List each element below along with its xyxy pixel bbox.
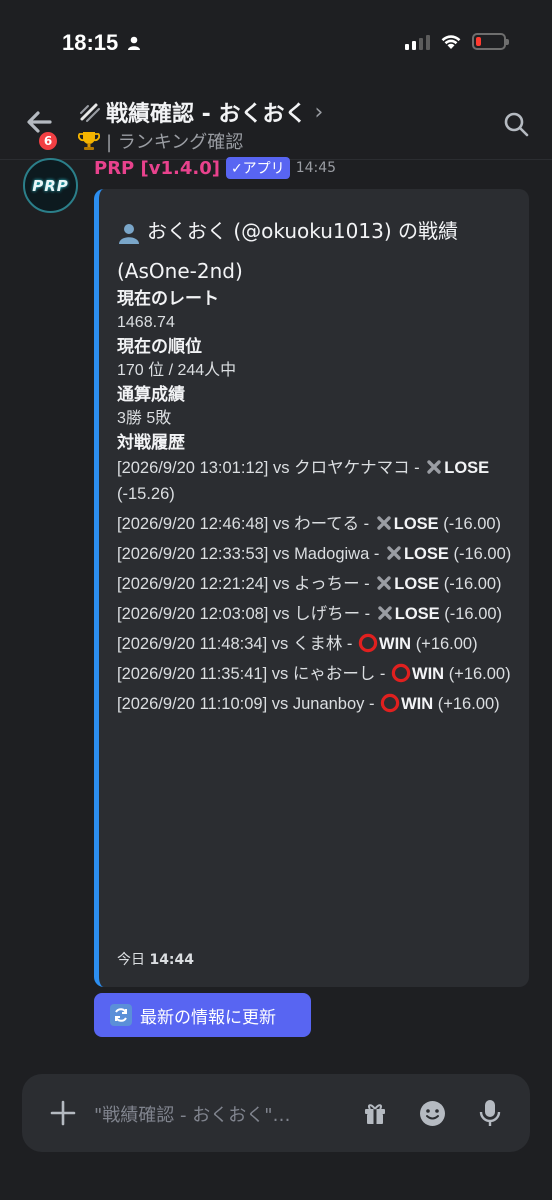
embed-title: おくおく (@okuoku1013) の戦績 (AsOne-2nd) — [117, 211, 517, 291]
match-delta: (+16.00) — [448, 665, 511, 683]
plus-icon[interactable] — [50, 1100, 76, 1126]
stats-embed: おくおく (@okuoku1013) の戦績 (AsOne-2nd) 現在のレー… — [94, 189, 529, 987]
rate-value: 1468.74 — [117, 314, 175, 331]
match-result: LOSE — [444, 459, 490, 477]
message-input[interactable]: "戦績確認 - おくおく"… — [94, 1101, 344, 1127]
match-time: [2026/9/20 12:21:24] — [117, 575, 269, 593]
channel-subtitle-text: | ランキング確認 — [106, 132, 244, 153]
author-name[interactable]: PRP [v1.4.0] — [94, 158, 220, 179]
search-icon[interactable] — [502, 110, 530, 138]
red-circle-icon — [391, 663, 411, 683]
person-icon — [128, 36, 140, 50]
match-history-item: [2026/9/20 12:46:48] vs わーてる - LOSE (-16… — [117, 515, 502, 533]
status-time: 18:15 — [62, 30, 119, 55]
rate-label: 現在のレート — [117, 289, 219, 309]
cellular-signal-icon — [405, 34, 430, 50]
refresh-button[interactable]: 最新の情報に更新 — [94, 993, 311, 1037]
match-time: [2026/9/20 12:46:48] — [117, 515, 269, 533]
match-opponent: わーてる — [294, 515, 360, 533]
match-delta: (-16.00) — [443, 575, 502, 593]
match-delta: (+16.00) — [437, 695, 500, 713]
match-opponent: クロヤケナマコ — [294, 459, 410, 477]
status-bar: 18:15 — [0, 0, 552, 90]
avatar[interactable]: PRP — [23, 158, 78, 213]
person-silhouette-icon — [119, 223, 139, 244]
refresh-icon — [110, 1004, 132, 1026]
match-time: [2026/9/20 13:01:12] — [117, 459, 269, 477]
match-history-item: [2026/9/20 12:03:08] vs しげちー - LOSE (-16… — [117, 605, 503, 623]
match-opponent: Junanboy — [292, 695, 365, 713]
slash-command-icon — [80, 103, 100, 122]
match-time: [2026/9/20 12:03:08] — [117, 605, 269, 623]
match-result: LOSE — [394, 575, 440, 593]
match-history-item: [2026/9/20 11:10:09] vs Junanboy - WIN (… — [117, 693, 500, 713]
match-result: WIN — [379, 635, 412, 653]
match-delta: (-15.26) — [117, 485, 175, 503]
rank-label: 現在の順位 — [117, 337, 202, 357]
match-delta: (-16.00) — [453, 545, 512, 563]
red-circle-icon — [380, 693, 400, 713]
refresh-button-label: 最新の情報に更新 — [140, 1007, 276, 1028]
x-mark-icon — [387, 546, 401, 560]
chevron-right-icon: › — [314, 99, 324, 125]
history-label: 対戦履歴 — [117, 433, 185, 453]
match-opponent: Madogiwa — [294, 545, 370, 563]
channel-header: 6 戦績確認 - おくおく › | ランキング確認 — [0, 90, 552, 160]
channel-subtitle[interactable]: | ランキング確認 — [78, 128, 243, 154]
channel-title[interactable]: 戦績確認 - おくおく › — [78, 96, 323, 128]
rank-value: 170 位 / 244人中 — [117, 362, 237, 379]
wifi-icon — [441, 34, 461, 49]
record-label: 通算成績 — [117, 385, 185, 405]
x-mark-icon — [377, 516, 391, 530]
match-time: [2026/9/20 11:35:41] — [117, 665, 268, 683]
emoji-icon[interactable] — [419, 1100, 446, 1127]
record-value: 3勝 5敗 — [117, 410, 172, 427]
message-timestamp: 14:45 — [295, 160, 337, 176]
microphone-icon[interactable] — [478, 1099, 502, 1127]
match-delta: (-16.00) — [443, 515, 502, 533]
match-history-item: [2026/9/20 13:01:12] vs クロヤケナマコ - LOSE (… — [117, 459, 490, 503]
channel-title-text: 戦績確認 - おくおく — [106, 102, 307, 127]
match-time: [2026/9/20 11:10:09] — [117, 695, 268, 713]
match-result: LOSE — [393, 515, 439, 533]
trophy-icon — [78, 132, 100, 150]
gift-icon[interactable] — [362, 1100, 388, 1126]
match-time: [2026/9/20 11:48:34] — [117, 635, 268, 653]
match-opponent: くま林 — [292, 635, 343, 653]
match-history: [2026/9/20 13:01:12] vs クロヤケナマコ - LOSE (… — [117, 455, 522, 717]
message-composer: "戦績確認 - おくおく"… — [22, 1074, 530, 1152]
match-delta: (-16.00) — [444, 605, 503, 623]
match-result: LOSE — [394, 605, 440, 623]
embed-footer-day: 今日 — [117, 952, 145, 968]
battery-icon — [472, 33, 509, 50]
match-delta: (+16.00) — [415, 635, 478, 653]
embed-footer: 今日 14:44 — [117, 949, 194, 969]
match-result: LOSE — [403, 545, 449, 563]
app-tag: ✓アプリ — [225, 157, 290, 179]
match-result: WIN — [401, 695, 434, 713]
x-mark-icon — [377, 576, 391, 590]
match-opponent: しげちー — [294, 605, 361, 623]
red-circle-icon — [358, 633, 378, 653]
embed-footer-time: 14:44 — [149, 952, 195, 968]
match-opponent: にゃおーし — [292, 665, 376, 683]
match-result: WIN — [412, 665, 445, 683]
match-history-item: [2026/9/20 11:35:41] vs にゃおーし - WIN (+16… — [117, 663, 511, 683]
embed-title-text: おくおく (@okuoku1013) の戦績 (AsOne-2nd) — [117, 219, 458, 283]
match-opponent: よっちー — [294, 575, 360, 593]
unread-badge: 6 — [37, 130, 59, 152]
battery-level — [476, 37, 481, 46]
x-mark-icon — [378, 606, 392, 620]
match-history-item: [2026/9/20 12:21:24] vs よっちー - LOSE (-16… — [117, 575, 502, 593]
match-time: [2026/9/20 12:33:53] — [117, 545, 269, 563]
match-history-item: [2026/9/20 12:33:53] vs Madogiwa - LOSE … — [117, 545, 512, 563]
avatar-logo: PRP — [32, 176, 69, 195]
match-history-item: [2026/9/20 11:48:34] vs くま林 - WIN (+16.0… — [117, 633, 478, 653]
x-mark-icon — [427, 460, 441, 474]
